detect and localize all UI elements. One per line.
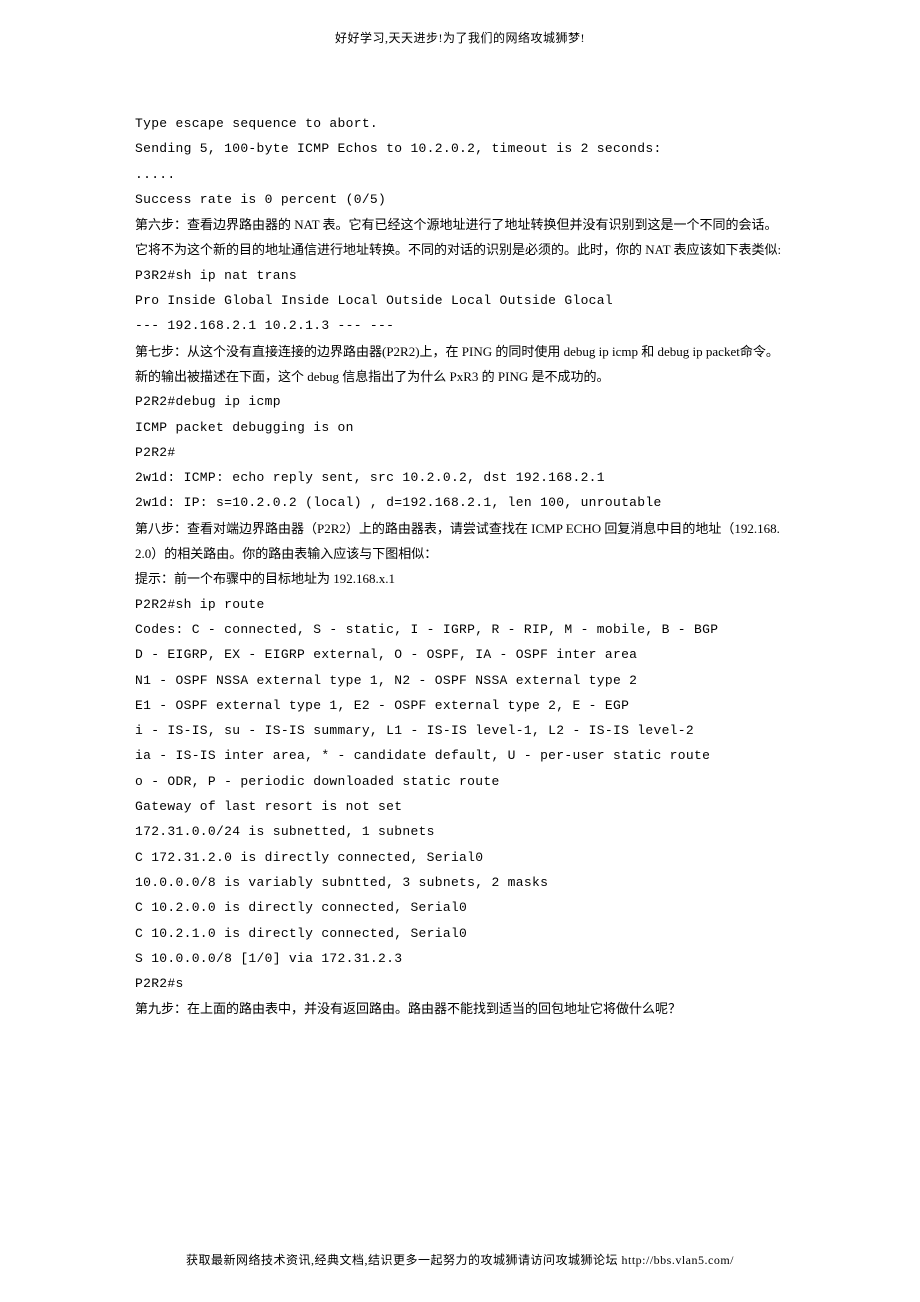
step-9-text: 第九步：在上面的路由表中，并没有返回路由。路由器不能找到适当的回包地址它将做什么… xyxy=(135,996,785,1021)
step-8-text: 第八步：查看对端边界路由器（P2R2）上的路由器表，请尝试查找在 ICMP EC… xyxy=(135,516,785,567)
text-line: Gateway of last resort is not set xyxy=(135,794,785,819)
text-line: i - IS-IS, su - IS-IS summary, L1 - IS-I… xyxy=(135,718,785,743)
text-line: C 10.2.1.0 is directly connected, Serial… xyxy=(135,921,785,946)
text-line: S 10.0.0.0/8 [1/0] via 172.31.2.3 xyxy=(135,946,785,971)
text-line: P2R2# xyxy=(135,440,785,465)
text-line: ICMP packet debugging is on xyxy=(135,415,785,440)
text-line: N1 - OSPF NSSA external type 1, N2 - OSP… xyxy=(135,668,785,693)
text-line: D - EIGRP, EX - EIGRP external, O - OSPF… xyxy=(135,642,785,667)
text-line: Pro Inside Global Inside Local Outside L… xyxy=(135,288,785,313)
text-line: 2w1d: ICMP: echo reply sent, src 10.2.0.… xyxy=(135,465,785,490)
text-line: 172.31.0.0/24 is subnetted, 1 subnets xyxy=(135,819,785,844)
page-footer: 获取最新网络技术资讯,经典文档,结识更多一起努力的攻城狮请访问攻城狮论坛 htt… xyxy=(0,1249,920,1272)
text-line: Codes: C - connected, S - static, I - IG… xyxy=(135,617,785,642)
text-line: Sending 5, 100-byte ICMP Echos to 10.2.0… xyxy=(135,136,785,161)
header-text: 好好学习,天天进步!为了我们的网络攻城狮梦! xyxy=(335,31,585,45)
text-line: P2R2#s xyxy=(135,971,785,996)
text-line: P3R2#sh ip nat trans xyxy=(135,263,785,288)
step-7-text: 第七步：从这个没有直接连接的边界路由器(P2R2)上，在 PING 的同时使用 … xyxy=(135,339,785,390)
text-line: 2w1d: IP: s=10.2.0.2 (local) , d=192.168… xyxy=(135,490,785,515)
text-line: E1 - OSPF external type 1, E2 - OSPF ext… xyxy=(135,693,785,718)
text-line: --- 192.168.2.1 10.2.1.3 --- --- xyxy=(135,313,785,338)
document-body: Type escape sequence to abort. Sending 5… xyxy=(135,111,785,1022)
text-line: ia - IS-IS inter area, * - candidate def… xyxy=(135,743,785,768)
text-line: C 172.31.2.0 is directly connected, Seri… xyxy=(135,845,785,870)
hint-text: 提示：前一个布骤中的目标地址为 192.168.x.1 xyxy=(135,566,785,591)
text-line: Success rate is 0 percent (0/5) xyxy=(135,187,785,212)
text-line: P2R2#debug ip icmp xyxy=(135,389,785,414)
text-line: 10.0.0.0/8 is variably subntted, 3 subne… xyxy=(135,870,785,895)
text-line: o - ODR, P - periodic downloaded static … xyxy=(135,769,785,794)
text-line: C 10.2.0.0 is directly connected, Serial… xyxy=(135,895,785,920)
footer-text: 获取最新网络技术资讯,经典文档,结识更多一起努力的攻城狮请访问攻城狮论坛 htt… xyxy=(186,1253,734,1267)
text-line: Type escape sequence to abort. xyxy=(135,111,785,136)
page-header: 好好学习,天天进步!为了我们的网络攻城狮梦! xyxy=(0,27,920,50)
text-line: ..... xyxy=(135,162,785,187)
text-line: P2R2#sh ip route xyxy=(135,592,785,617)
step-6-text: 第六步：查看边界路由器的 NAT 表。它有已经这个源地址进行了地址转换但并没有识… xyxy=(135,212,785,263)
